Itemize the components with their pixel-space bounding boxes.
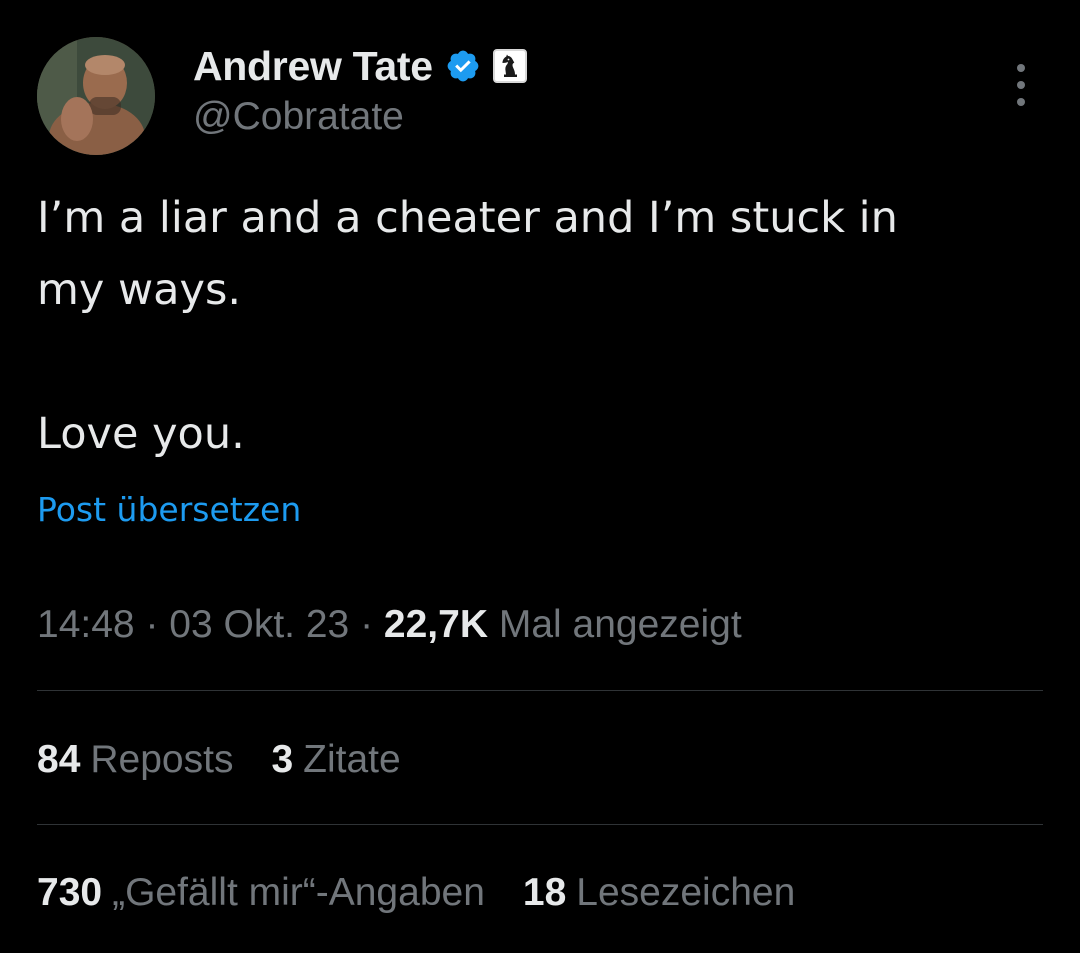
- author-handle[interactable]: @Cobratate: [193, 95, 404, 139]
- tweet-text: I’m a liar and a cheater and I’m stuck i…: [37, 182, 1037, 470]
- chess-knight-icon: [502, 54, 517, 77]
- tweet-text-line: I’m a liar and a cheater and I’m stuck i…: [37, 193, 898, 243]
- affiliate-badge[interactable]: [492, 49, 527, 83]
- meta-separator: ·: [145, 603, 159, 646]
- more-options-dot: [1017, 98, 1025, 106]
- divider: [37, 690, 1043, 691]
- reposts-label: Reposts: [90, 738, 234, 781]
- more-options-dot: [1017, 81, 1025, 89]
- reposts-stat[interactable]: 84 Reposts: [37, 738, 233, 782]
- tweet-meta: 14:48 · 03 Okt. 23 · 22,7K Mal angezeigt: [37, 603, 742, 647]
- tweet-time[interactable]: 14:48: [37, 603, 135, 646]
- translate-post-link[interactable]: Post übersetzen: [37, 490, 301, 529]
- meta-separator: ·: [360, 603, 374, 646]
- engagement-row: 84 Reposts 3 Zitate: [37, 738, 401, 782]
- author-display-name[interactable]: Andrew Tate: [193, 43, 433, 90]
- likes-label: „Gefällt mir“-Angaben: [112, 871, 485, 914]
- likes-count: 730: [37, 871, 103, 914]
- bookmarks-stat[interactable]: 18 Lesezeichen: [523, 871, 795, 915]
- reposts-count: 84: [37, 738, 81, 781]
- verified-badge-icon: [447, 50, 479, 82]
- tweet-date[interactable]: 03 Okt. 23: [169, 603, 349, 646]
- quotes-count: 3: [271, 738, 294, 781]
- views-count: 22,7K: [383, 603, 488, 646]
- bookmarks-count: 18: [522, 871, 567, 914]
- author-name-row: Andrew Tate: [193, 40, 527, 92]
- likes-stat[interactable]: 730 „Gefällt mir“-Angaben: [37, 871, 485, 915]
- quotes-stat[interactable]: 3 Zitate: [271, 738, 400, 782]
- avatar-image: [37, 37, 155, 155]
- tweet-text-line: my ways.: [37, 265, 242, 315]
- bookmarks-label: Lesezeichen: [576, 871, 796, 914]
- quotes-label: Zitate: [303, 738, 401, 781]
- tweet-text-line: Love you.: [37, 409, 245, 459]
- more-options-icon: [1017, 64, 1025, 72]
- avatar[interactable]: [37, 37, 155, 155]
- engagement-row: 730 „Gefällt mir“-Angaben 18 Lesezeichen: [37, 871, 795, 915]
- more-options-button[interactable]: [1004, 64, 1038, 106]
- views-label: Mal angezeigt: [498, 603, 742, 646]
- divider: [37, 824, 1043, 825]
